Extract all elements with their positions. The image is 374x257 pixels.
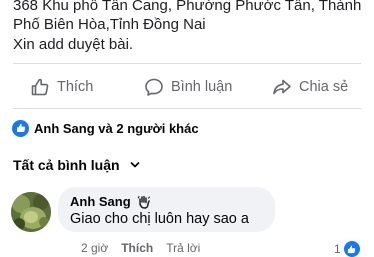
- comment-text: Giao cho chị luôn hay sao a: [70, 211, 249, 227]
- comment-bubble-icon: [145, 78, 163, 96]
- share-button[interactable]: Chia sẻ: [272, 72, 348, 102]
- like-badge-icon: [343, 241, 360, 257]
- divider: [13, 108, 361, 109]
- comment-author[interactable]: Anh Sang: [70, 194, 151, 209]
- share-arrow-icon: [273, 79, 291, 95]
- comment-time[interactable]: 2 giờ: [81, 241, 108, 255]
- share-label: Chia sẻ: [299, 79, 349, 95]
- reaction-count-value: 1: [334, 242, 341, 256]
- thumbs-up-icon: [31, 78, 49, 96]
- comment-button[interactable]: Bình luận: [144, 72, 232, 102]
- avatar[interactable]: [11, 192, 51, 232]
- comments-filter-label: Tất cả bình luận: [13, 157, 120, 173]
- comment-author-name: Anh Sang: [70, 194, 131, 209]
- comment-reaction-count[interactable]: 1: [334, 241, 360, 257]
- comment-bubble: Anh Sang Giao cho chị luôn hay sao a: [58, 187, 275, 232]
- comment-like-button[interactable]: Thích: [121, 241, 153, 255]
- comment-meta: 2 giờ Thích Trả lời: [81, 241, 213, 255]
- chevron-down-icon: [130, 162, 139, 168]
- post-text-line: Phố Biên Hòa,Tỉnh Đồng Nai: [13, 16, 206, 33]
- post-text-line: Xin add duyệt bài.: [13, 36, 134, 53]
- comment-reply-button[interactable]: Trả lời: [166, 241, 200, 255]
- like-label: Thích: [57, 79, 94, 95]
- divider: [13, 63, 361, 64]
- post-action-bar: Thích Bình luận Chia sẻ: [0, 72, 374, 102]
- like-button[interactable]: Thích: [30, 72, 93, 102]
- post-text-line: 368 Khu phố Tân Cang, Phường Phước Tân, …: [13, 0, 362, 14]
- waving-hand-icon: [137, 195, 150, 209]
- reaction-summary[interactable]: Anh Sang và 2 người khác: [12, 118, 199, 138]
- comment-label: Bình luận: [171, 79, 233, 95]
- comments-filter-dropdown[interactable]: Tất cả bình luận: [13, 155, 140, 175]
- like-badge-icon: [12, 119, 29, 137]
- reaction-summary-text: Anh Sang và 2 người khác: [34, 120, 199, 136]
